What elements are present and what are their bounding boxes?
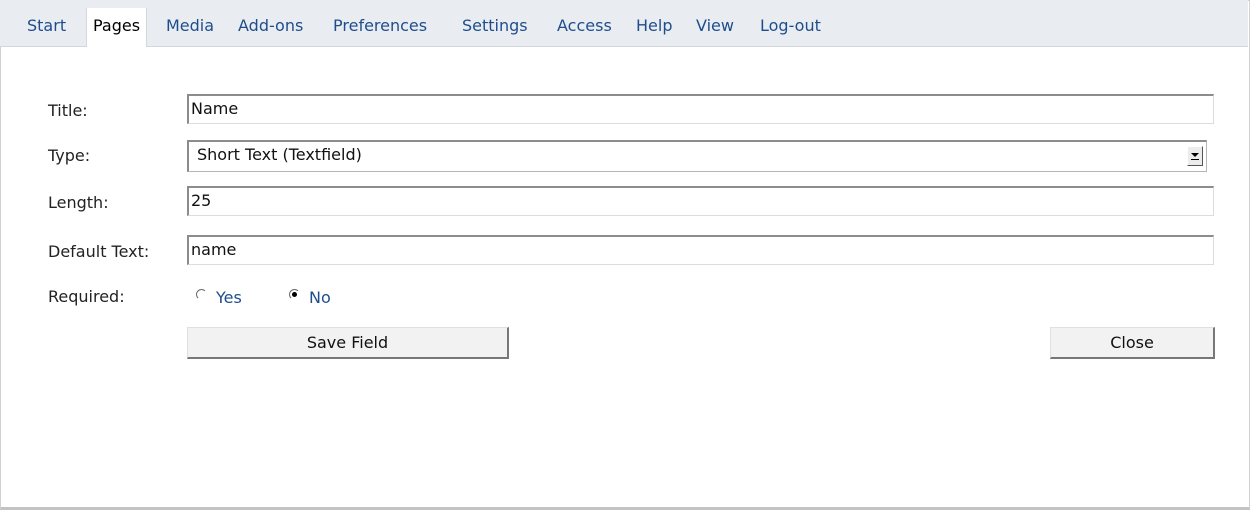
type-select[interactable]: Short Text (Textfield) [187, 140, 1207, 172]
nav-item-settings[interactable]: Settings [456, 8, 534, 46]
default-text-label: Default Text: [48, 242, 150, 261]
title-input[interactable]: Name [187, 94, 1214, 124]
nav-item-log-out[interactable]: Log-out [754, 8, 827, 46]
required-yes-radio[interactable] [196, 289, 207, 300]
nav-item-pages[interactable]: Pages [86, 8, 148, 47]
type-label: Type: [48, 146, 91, 165]
nav-item-help[interactable]: Help [630, 8, 678, 46]
chevron-down-icon[interactable] [1187, 146, 1203, 166]
nav-item-access[interactable]: Access [551, 8, 618, 46]
nav-item-media[interactable]: Media [160, 8, 220, 46]
length-input[interactable]: 25 [187, 186, 1214, 216]
required-yes-label[interactable]: Yes [216, 288, 242, 307]
required-label: Required: [48, 287, 125, 306]
title-label: Title: [48, 101, 88, 120]
required-no-label[interactable]: No [309, 288, 331, 307]
close-button[interactable]: Close [1050, 327, 1215, 359]
top-nav: Start Pages Media Add-ons Preferences Se… [0, 0, 1248, 47]
nav-item-view[interactable]: View [690, 8, 740, 46]
type-select-value: Short Text (Textfield) [197, 145, 362, 164]
nav-item-add-ons[interactable]: Add-ons [232, 8, 309, 46]
nav-item-preferences[interactable]: Preferences [327, 8, 433, 46]
required-no-radio[interactable] [289, 289, 300, 300]
nav-item-start[interactable]: Start [21, 8, 72, 46]
default-text-input[interactable]: name [187, 235, 1214, 265]
length-label: Length: [48, 193, 109, 212]
save-field-button[interactable]: Save Field [187, 327, 509, 359]
